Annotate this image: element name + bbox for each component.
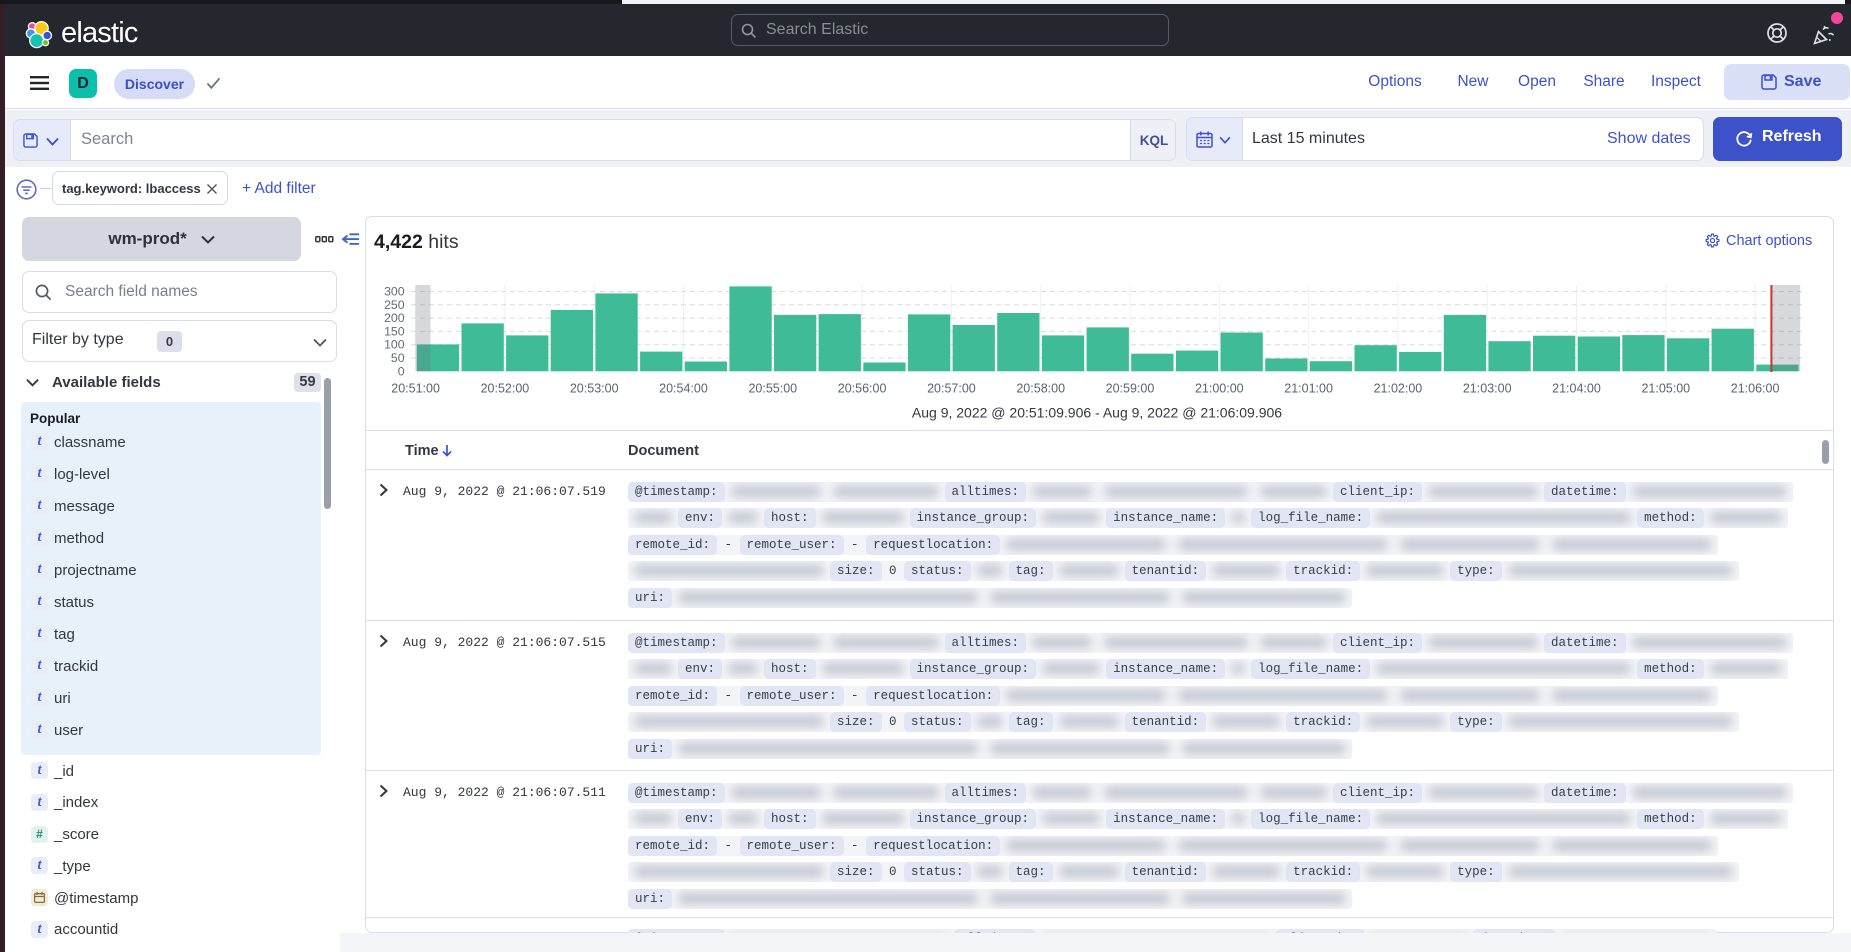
svg-text:Aug 9, 2022 @ 20:51:09.906 - A: Aug 9, 2022 @ 20:51:09.906 - Aug 9, 2022…	[912, 405, 1282, 421]
svg-text:20:56:00: 20:56:00	[838, 382, 887, 396]
svg-text:20:59:00: 20:59:00	[1106, 382, 1155, 396]
svg-text:0: 0	[398, 364, 405, 378]
svg-text:250: 250	[384, 298, 405, 312]
svg-text:20:51:00: 20:51:00	[391, 382, 440, 396]
svg-text:20:55:00: 20:55:00	[748, 382, 797, 396]
svg-text:50: 50	[391, 351, 405, 365]
svg-text:150: 150	[384, 324, 405, 338]
svg-text:20:54:00: 20:54:00	[659, 382, 708, 396]
svg-text:21:05:00: 21:05:00	[1641, 382, 1690, 396]
svg-text:21:06:00: 21:06:00	[1731, 382, 1780, 396]
svg-text:21:00:00: 21:00:00	[1195, 382, 1244, 396]
svg-text:20:53:00: 20:53:00	[570, 382, 619, 396]
svg-text:100: 100	[384, 338, 405, 352]
svg-text:20:58:00: 20:58:00	[1016, 382, 1065, 396]
svg-text:21:04:00: 21:04:00	[1552, 382, 1601, 396]
svg-text:21:03:00: 21:03:00	[1463, 382, 1512, 396]
svg-text:21:02:00: 21:02:00	[1374, 382, 1423, 396]
svg-text:20:57:00: 20:57:00	[927, 382, 976, 396]
svg-text:20:52:00: 20:52:00	[481, 382, 530, 396]
svg-text:300: 300	[384, 285, 405, 299]
svg-text:21:01:00: 21:01:00	[1284, 382, 1333, 396]
svg-text:200: 200	[384, 311, 405, 325]
